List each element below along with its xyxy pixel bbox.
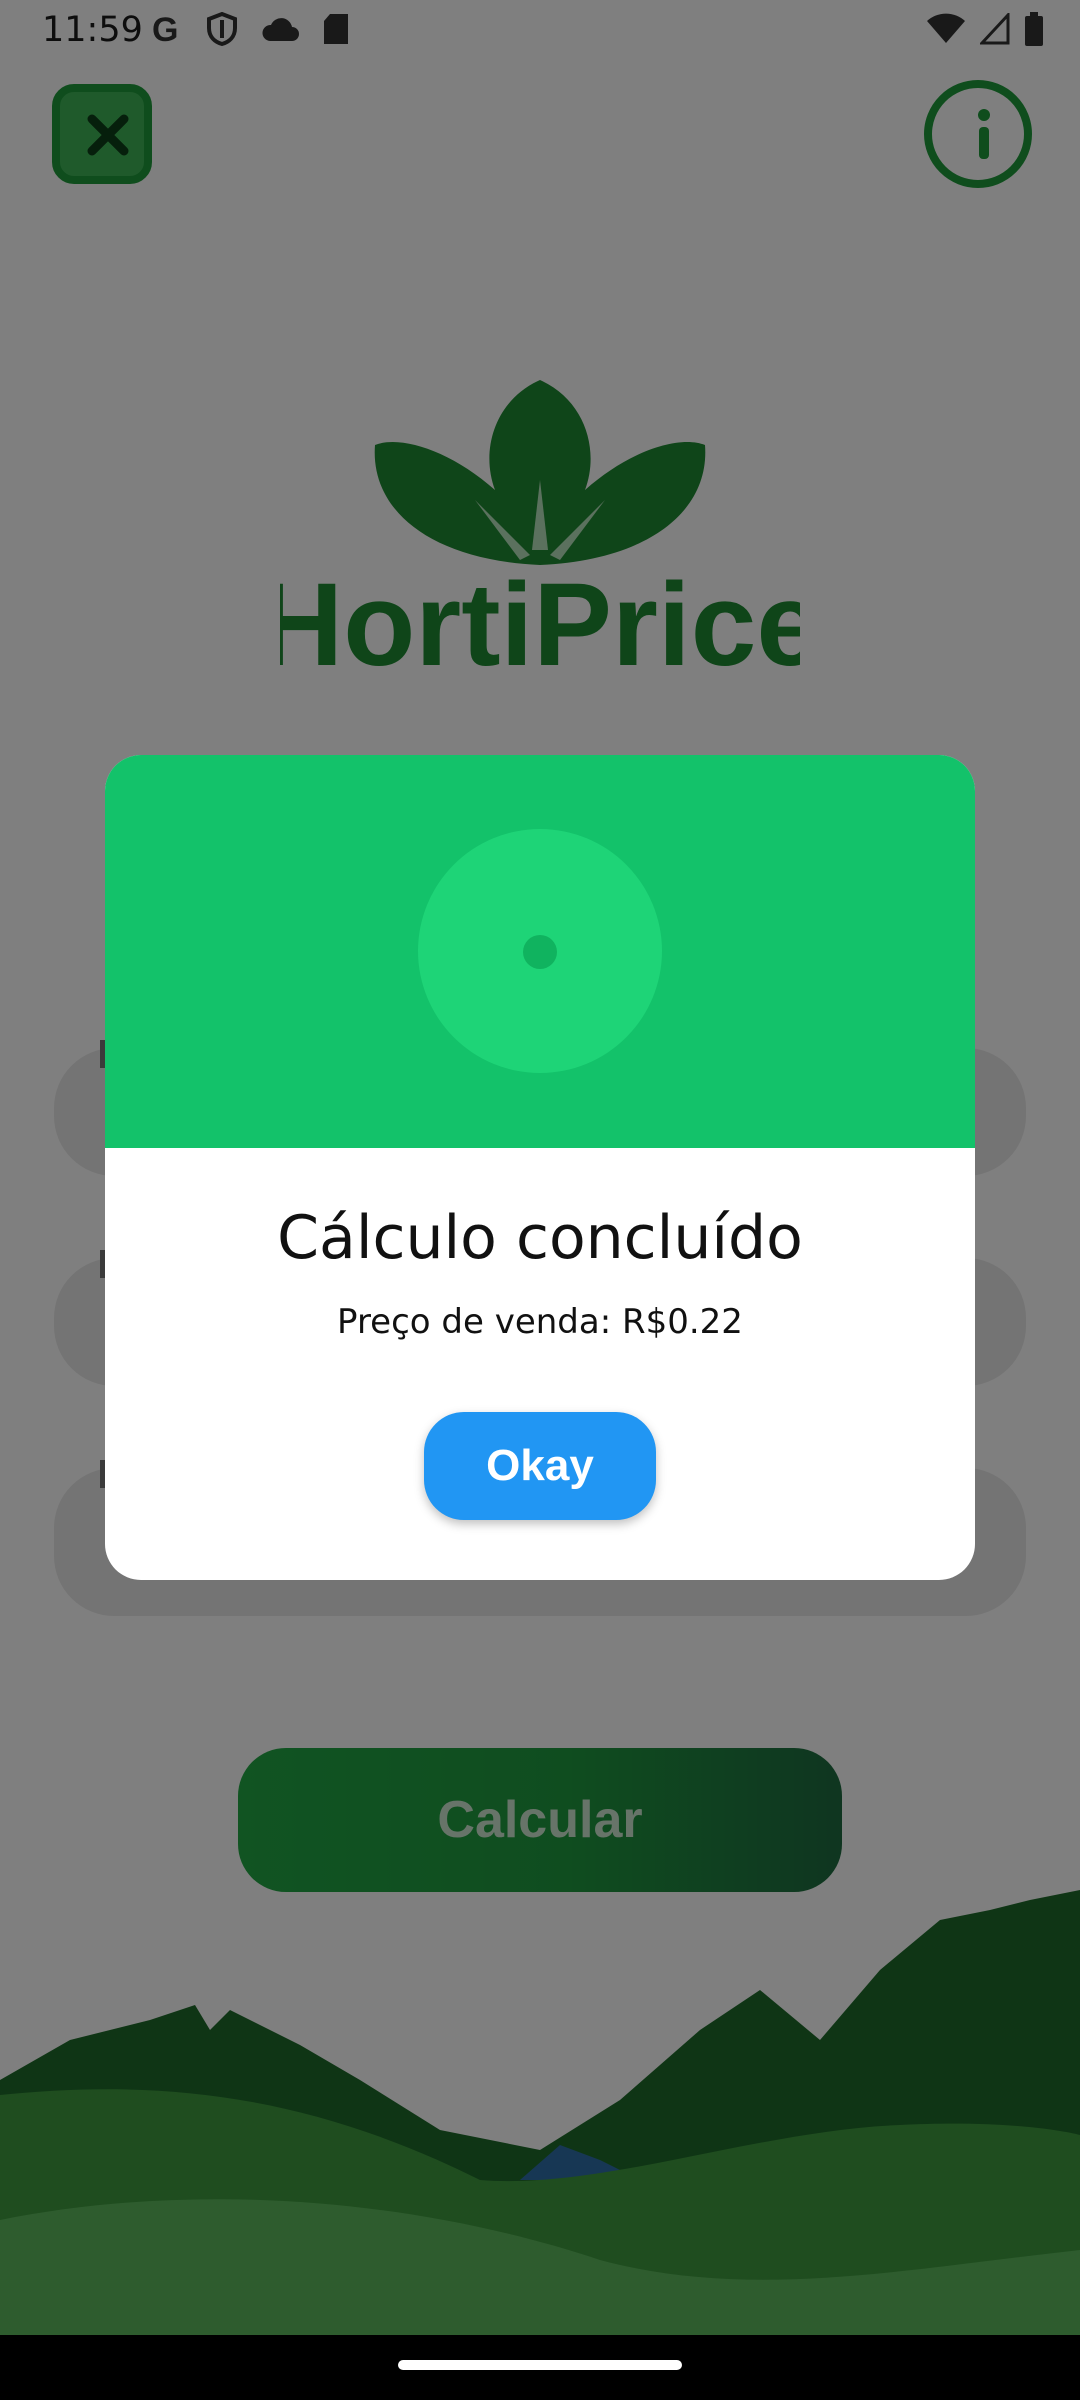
- dialog-title: Cálculo concluído: [277, 1203, 803, 1273]
- okay-button[interactable]: Okay: [424, 1412, 656, 1520]
- home-gesture-handle[interactable]: [398, 2360, 682, 2370]
- result-dialog: Cálculo concluído Preço de venda: R$0.22…: [105, 755, 975, 1580]
- dialog-header: [105, 755, 975, 1148]
- dialog-illustration-dot: [523, 935, 557, 969]
- dialog-message: Preço de venda: R$0.22: [337, 1302, 743, 1342]
